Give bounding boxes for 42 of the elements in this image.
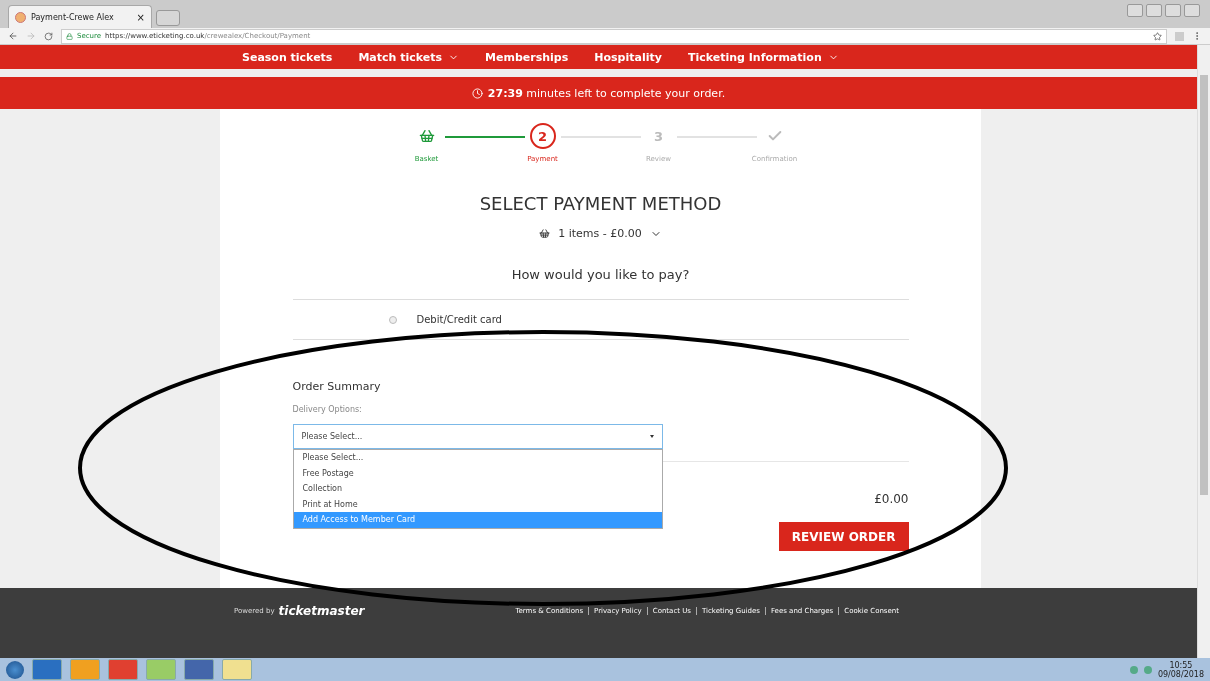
nav-link[interactable]: Memberships xyxy=(485,50,569,64)
timer-text: 27:39 minutes left to complete your order. xyxy=(487,86,726,100)
nav-link[interactable]: Match tickets xyxy=(358,50,460,64)
payment-option-label[interactable]: Debit/Credit card xyxy=(416,314,502,325)
lock-icon xyxy=(66,32,73,40)
reload-icon[interactable] xyxy=(44,31,53,41)
delivery-select[interactable]: Please Select... xyxy=(292,424,663,449)
forward-icon[interactable] xyxy=(26,31,36,41)
favicon xyxy=(15,11,26,23)
taskbar-app-icon[interactable] xyxy=(32,659,62,680)
order-total: £0.00 xyxy=(874,492,909,506)
nav-link[interactable]: Season tickets xyxy=(242,50,333,64)
scrollbar-thumb[interactable] xyxy=(1200,75,1208,495)
start-button[interactable] xyxy=(6,660,24,679)
nav-link[interactable]: Ticketing Information xyxy=(687,50,839,64)
page-title: SELECT PAYMENT METHOD xyxy=(479,193,722,214)
radio-button[interactable] xyxy=(388,315,397,324)
nav-link[interactable]: Hospitality xyxy=(594,50,662,64)
browser-tab[interactable]: Payment-Crewe Alex × xyxy=(8,5,152,28)
star-icon[interactable] xyxy=(1153,31,1162,41)
brand-logo: ticketmaster xyxy=(278,604,365,618)
back-icon[interactable] xyxy=(8,31,18,41)
section-heading: Order Summary xyxy=(292,380,382,393)
basket-summary[interactable]: 1 items - £0.00 xyxy=(533,226,668,241)
taskbar-app-icon[interactable] xyxy=(184,659,214,680)
taskbar-app-icon[interactable] xyxy=(108,659,138,680)
taskbar-app-icon[interactable] xyxy=(146,659,176,680)
clock-time: 10:55 xyxy=(1169,660,1193,670)
new-tab-button[interactable] xyxy=(156,10,180,26)
clock-date: 09/08/2018 xyxy=(1157,669,1204,679)
close-icon[interactable]: × xyxy=(136,11,145,23)
taskbar-app-icon[interactable] xyxy=(70,659,100,680)
question-text: How would you like to pay? xyxy=(511,267,690,282)
caret-icon xyxy=(649,435,654,438)
taskbar-app-icon[interactable] xyxy=(222,659,252,680)
clock-icon xyxy=(471,87,483,99)
basket-icon xyxy=(539,228,551,239)
tab-title: Payment-Crewe Alex xyxy=(31,12,114,22)
step-number: 2 xyxy=(537,128,547,144)
review-order-button[interactable]: REVIEW ORDER xyxy=(778,522,909,551)
step-number: 3 xyxy=(653,128,663,144)
field-label: Delivery Options: xyxy=(292,405,363,414)
